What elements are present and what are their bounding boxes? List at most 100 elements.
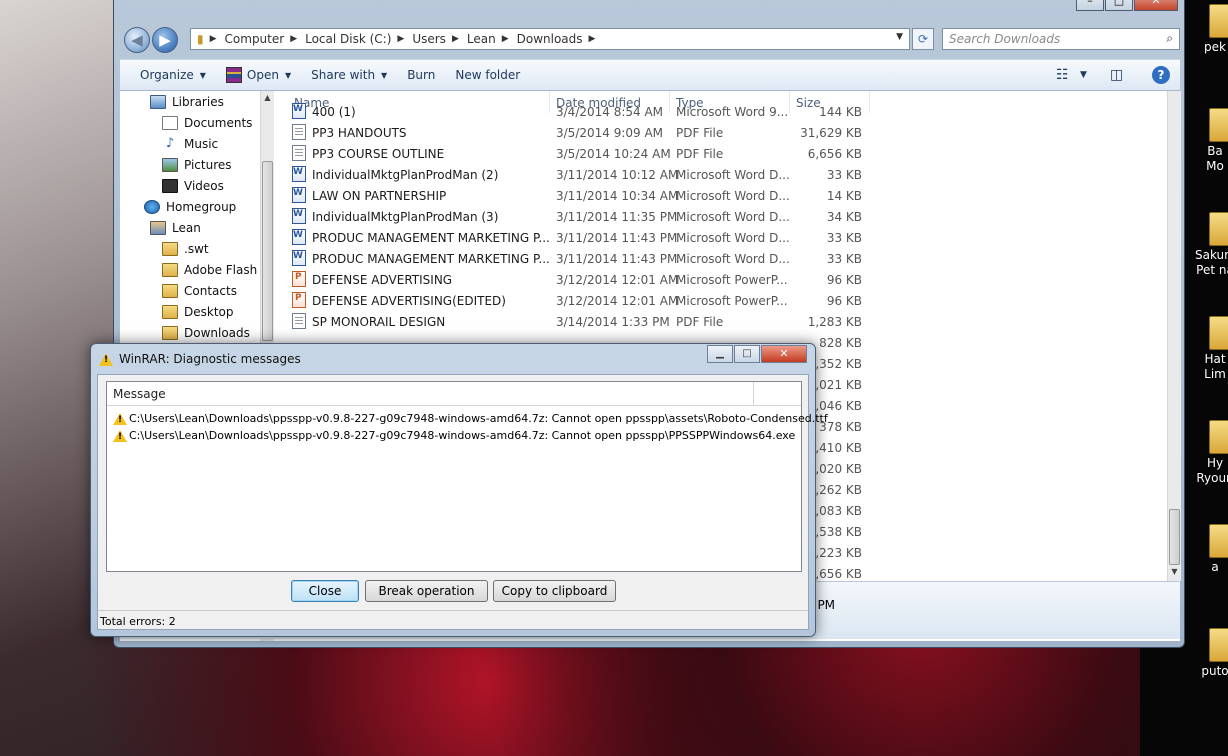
desktop-folder-icon[interactable]: pek [1195,4,1228,55]
scroll-up-icon[interactable]: ▲ [261,93,274,102]
file-type: Microsoft Word D... [676,231,790,245]
desktop-icon-label: Hy [1206,456,1224,470]
nav-item[interactable]: .swt [162,238,209,259]
breadcrumb-separator-icon[interactable]: ▶ [290,34,297,44]
winrar-diagnostic-dialog: WinRAR: Diagnostic messages ▁ □ ✕ Messag… [90,343,828,637]
breadcrumb-lean[interactable]: Lean [467,32,496,46]
breadcrumb-separator-icon[interactable]: ▶ [452,34,459,44]
folder-icon [1209,108,1228,142]
minimize-icon[interactable]: ▁ [707,345,733,363]
address-bar[interactable]: ▮ ▶ Computer ▶ Local Disk (C:) ▶ Users ▶… [190,28,910,50]
file-row[interactable]: IndividualMktgPlanProdMan (2) 3/11/2014 1… [288,164,1088,185]
forward-button[interactable]: ▶ [152,27,178,53]
close-icon[interactable]: ✕ [761,345,807,363]
file-row[interactable]: PRODUC MANAGEMENT MARKETING P... 3/11/201… [288,227,1088,248]
search-input[interactable]: Search Downloads ⌕ [942,28,1180,50]
nav-item-label: Pictures [184,157,232,172]
file-row[interactable]: DEFENSE ADVERTISING(EDITED) 3/12/2014 12:… [288,290,1088,311]
organize-label: Organize [140,68,194,82]
desktop-icon [162,304,178,319]
file-name: PRODUC MANAGEMENT MARKETING P... [312,231,550,245]
nav-item[interactable]: Downloads [162,322,250,343]
desktop-icon-label-line2: Ryoun [1196,471,1228,485]
refresh-button[interactable]: ⟳ [912,28,934,50]
new-folder-button[interactable]: New folder [455,68,520,82]
file-row[interactable]: 400 (1) 3/4/2014 8:54 AM Microsoft Word 9.… [288,101,1088,122]
file-row[interactable]: PP3 COURSE OUTLINE 3/5/2014 10:24 AM PDF F… [288,143,1088,164]
scroll-down-icon[interactable]: ▼ [1168,567,1181,576]
file-name: PP3 HANDOUTS [312,126,407,140]
nav-item[interactable]: Libraries [150,91,224,112]
back-button[interactable]: ◀ [124,27,150,53]
nav-item[interactable]: Documents [162,112,252,133]
preview-pane-icon[interactable]: ◫ [1110,67,1123,83]
close-icon[interactable]: ✕ [1134,0,1178,11]
breadcrumb-downloads[interactable]: Downloads [517,32,583,46]
copy-to-clipboard-button[interactable]: Copy to clipboard [493,580,616,602]
file-row[interactable]: PP3 HANDOUTS 3/5/2014 9:09 AM PDF File 31,6… [288,122,1088,143]
file-row[interactable]: LAW ON PARTNERSHIP 3/11/2014 10:34 AMMicr… [288,185,1088,206]
search-icon[interactable]: ⌕ [1166,31,1173,46]
nav-item[interactable]: Homegroup [144,196,236,217]
desktop-folder-icon[interactable]: Hat Lim [1195,316,1228,382]
breadcrumb-separator-icon[interactable]: ▶ [210,34,217,44]
file-list-scrollbar[interactable]: ▼ [1167,91,1181,581]
file-row[interactable]: IndividualMktgPlanProdMan (3) 3/11/2014 1… [288,206,1088,227]
warning-icon [113,429,127,442]
desktop-folder-icon[interactable]: SakuraPet na [1195,212,1228,278]
breadcrumb-computer[interactable]: Computer [225,32,285,46]
file-name: 400 (1) [312,105,356,119]
nav-item[interactable]: ♪ Music [162,133,218,154]
burn-button[interactable]: Burn [407,68,435,82]
file-type: Microsoft Word D... [676,168,790,182]
nav-item[interactable]: Pictures [162,154,232,175]
breadcrumb-separator-icon[interactable]: ▶ [502,34,509,44]
word-file-icon [292,166,306,182]
break-operation-button[interactable]: Break operation [365,580,488,602]
desktop-folder-icon[interactable]: Ba Mo [1195,108,1228,174]
share-with-button[interactable]: Share with ▼ [311,68,387,82]
file-name: DEFENSE ADVERTISING(EDITED) [312,294,506,308]
dialog-title-bar: WinRAR: Diagnostic messages [99,348,301,370]
file-type: Microsoft Word D... [676,189,790,203]
desktop-folder-icon[interactable]: a [1195,524,1228,575]
breadcrumb-separator-icon[interactable]: ▶ [589,34,596,44]
file-row[interactable]: PRODUC MANAGEMENT MARKETING P... 3/11/201… [288,248,1088,269]
file-size: 1,283 KB [807,315,862,329]
nav-item-label: Videos [184,178,224,193]
ppt-file-icon [292,271,306,287]
scroll-thumb[interactable] [262,161,273,341]
breadcrumb-separator-icon[interactable]: ▶ [397,34,404,44]
message-row[interactable]: C:\Users\Lean\Downloads\ppsspp-v0.9.8-22… [107,410,828,427]
address-dropdown-icon[interactable]: ▼ [896,32,903,42]
desktop-folder-icon[interactable]: HyRyoun [1195,420,1228,486]
breadcrumb-users[interactable]: Users [412,32,446,46]
folder-icon [1209,524,1228,558]
view-options-icon[interactable]: ☷ [1056,67,1069,83]
nav-item[interactable]: Videos [162,175,224,196]
help-icon[interactable]: ? [1152,66,1170,84]
message-list[interactable]: Message C:\Users\Lean\Downloads\ppsspp-v… [106,381,828,572]
organize-button[interactable]: Organize ▼ [140,68,206,82]
file-date: 3/12/2014 12:01 AM [556,294,679,308]
breadcrumb-local-disk[interactable]: Local Disk (C:) [305,32,391,46]
open-button[interactable]: Open ▼ [225,67,291,83]
nav-item[interactable]: Contacts [162,280,237,301]
file-row[interactable]: DEFENSE ADVERTISING 3/12/2014 12:01 AMMic… [288,269,1088,290]
maximize-icon[interactable]: □ [1105,0,1133,11]
nav-item[interactable]: Adobe Flash B [162,259,269,280]
nav-item[interactable]: Lean [150,217,201,238]
maximize-icon[interactable]: □ [734,345,760,363]
nav-item-label: Adobe Flash B [184,262,270,277]
desktop-folder-icon[interactable]: puto [1195,628,1228,679]
chevron-down-icon[interactable]: ▼ [1080,70,1087,80]
scroll-thumb[interactable] [1169,509,1180,565]
close-button[interactable]: Close [291,580,359,602]
minimize-icon[interactable]: – [1076,0,1104,11]
message-row[interactable]: C:\Users\Lean\Downloads\ppsspp-v0.9.8-22… [107,427,801,444]
folder-icon [1209,316,1228,350]
nav-item[interactable]: Desktop [162,301,234,322]
message-column-header[interactable]: Message [107,382,801,406]
file-row[interactable]: SP MONORAIL DESIGN 3/14/2014 1:33 PM PDF F… [288,311,1088,332]
desktop-icon-label: puto [1201,664,1228,678]
